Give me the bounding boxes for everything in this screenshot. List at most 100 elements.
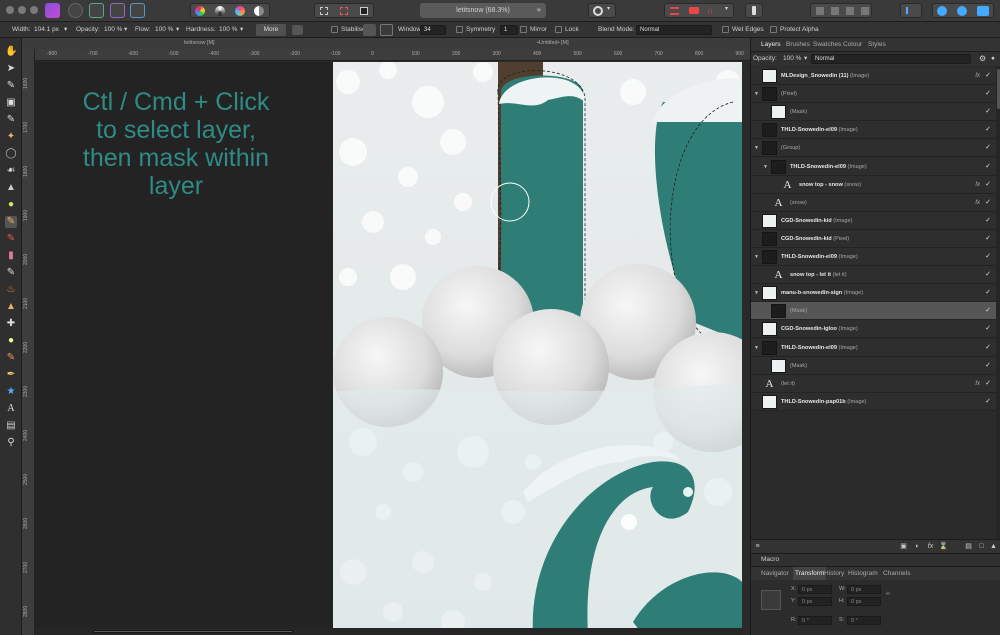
lock-checkbox[interactable]	[555, 26, 562, 33]
layer-row[interactable]: CGD-Snowedin-igloo (Image) ✓	[751, 320, 996, 339]
layer-row[interactable]: ▼ THLD-Snowedin-el09 (Image) ✓	[751, 248, 996, 266]
visibility-checkbox[interactable]: ✓	[985, 139, 991, 157]
hardness-value[interactable]: 100 %	[219, 22, 237, 38]
text-tool-icon[interactable]: A	[5, 403, 17, 415]
flood-fill-icon[interactable]: ▲	[5, 182, 17, 194]
red-eye-icon[interactable]: ●	[5, 335, 17, 347]
marquee-tool-icon[interactable]: ◯	[5, 148, 17, 160]
fx-icon[interactable]: fx	[975, 67, 980, 85]
layer-row[interactable]: (Mask) ✓	[751, 356, 996, 375]
invert-selection-icon[interactable]	[360, 7, 368, 15]
move-tool-icon[interactable]: ➤	[5, 63, 17, 75]
visibility-checkbox[interactable]: ✓	[985, 230, 991, 248]
layer-row[interactable]: ▼ (Group) ✓	[751, 139, 996, 158]
width-value[interactable]: 104.1 px	[34, 22, 59, 38]
layer-row[interactable]: ▼ THLD-Snowedin-el09 (Image) ✓	[751, 338, 996, 357]
layer-row[interactable]: ▼ manu-b-snowedin-sign (Image) ✓	[751, 284, 996, 303]
new-group-icon[interactable]: ▤	[964, 542, 973, 551]
move-forward-icon[interactable]	[831, 7, 839, 15]
align-button[interactable]	[900, 3, 922, 18]
expand-triangle-icon[interactable]: ▼	[754, 339, 759, 357]
pen-tool-icon[interactable]: ✒	[5, 369, 17, 381]
tab-styles[interactable]: Styles	[868, 38, 886, 52]
zoom-tool-icon[interactable]: ⚲	[5, 437, 17, 449]
anchor-selector-icon[interactable]	[761, 590, 781, 610]
burn-tool-icon[interactable]: ♨	[5, 284, 17, 296]
tab-channels[interactable]: Channels	[883, 567, 910, 581]
visibility-checkbox[interactable]: ✓	[985, 85, 991, 103]
visibility-checkbox[interactable]: ✓	[985, 194, 991, 212]
visibility-checkbox[interactable]: ✓	[985, 212, 991, 230]
window-size-input[interactable]: 34	[420, 25, 446, 35]
tab-layers[interactable]: Layers	[761, 38, 781, 52]
x-input[interactable]: 0 px	[798, 585, 832, 594]
new-layer-icon[interactable]: □	[977, 542, 986, 551]
clone-brush-icon[interactable]: ▲	[5, 301, 17, 313]
stabiliser-checkbox[interactable]	[331, 26, 338, 33]
visibility-checkbox[interactable]: ✓	[985, 302, 991, 320]
visibility-checkbox[interactable]: ✓	[985, 375, 991, 393]
layer-row[interactable]: ▼ (Pixel) ✓	[751, 85, 996, 104]
live-filter-icon[interactable]: ⌛	[939, 542, 948, 551]
chevron-down-icon[interactable]: ▾	[240, 22, 243, 38]
expand-triangle-icon[interactable]: ▼	[754, 85, 759, 103]
healing-brush-icon[interactable]: ✚	[5, 318, 17, 330]
expand-triangle-icon[interactable]: ▼	[754, 139, 759, 157]
dodge-tool-icon[interactable]: ✎	[5, 267, 17, 279]
symmetry-count-input[interactable]: 1	[500, 25, 518, 35]
visibility-checkbox[interactable]: ✓	[985, 248, 991, 266]
expand-triangle-icon[interactable]: ▼	[763, 158, 768, 176]
expand-triangle-icon[interactable]: ▼	[754, 284, 759, 302]
frame-text-icon[interactable]: ▤	[5, 420, 17, 432]
flow-value[interactable]: 100 %	[155, 22, 173, 38]
layer-row[interactable]: MLDesign_Snowedin (11) (Image) fx ✓	[751, 67, 996, 85]
black-white-icon[interactable]	[215, 6, 225, 16]
visibility-checkbox[interactable]: ✓	[985, 158, 991, 176]
fx-icon[interactable]: fx	[975, 194, 980, 212]
tone-mapping-persona-icon[interactable]	[110, 3, 125, 18]
fullscreen-icon[interactable]	[977, 6, 989, 16]
snapping-magnet-icon[interactable]: ∩	[707, 6, 713, 16]
visibility-checkbox[interactable]: ✓	[985, 320, 991, 338]
chevron-down-icon[interactable]: ▾	[176, 22, 179, 38]
separated-mode-icon[interactable]	[957, 6, 967, 16]
fx-icon[interactable]: fx	[926, 542, 935, 551]
gear-icon[interactable]: ⚙	[979, 51, 986, 67]
shear-input[interactable]: 0 °	[847, 616, 881, 625]
grid-icon[interactable]	[689, 7, 699, 14]
lock-icon[interactable]: ●	[991, 51, 995, 67]
layer-row[interactable]: ▼ THLD-Snowedin-el09 (Image) ✓	[751, 157, 996, 176]
opacity-value[interactable]: 100 %	[783, 51, 801, 67]
close-window-icon[interactable]	[6, 6, 14, 14]
selection-brush-icon[interactable]: ✎	[5, 114, 17, 126]
rotation-input[interactable]: 0 °	[798, 616, 832, 625]
chevron-down-icon[interactable]: ▾	[804, 51, 807, 67]
smudge-brush-icon[interactable]: ✎	[5, 352, 17, 364]
chevron-down-icon[interactable]: ▾	[64, 22, 67, 38]
layer-row[interactable]: THLD-Snowedin-el09 (Image) ✓	[751, 121, 996, 140]
symmetry-checkbox[interactable]	[456, 26, 463, 33]
view-tool-icon[interactable]: ✋	[5, 46, 17, 58]
layer-row[interactable]: Asnow top - let it (let it) ✓	[751, 266, 996, 285]
visibility-checkbox[interactable]: ✓	[985, 339, 991, 357]
layer-row[interactable]: THLD-Snowedin-pap01b (Image) ✓	[751, 392, 996, 411]
zoom-window-icon[interactable]	[30, 6, 38, 14]
brush-preview-icon[interactable]	[292, 25, 303, 35]
layer-row[interactable]: CGD-Snowedin-kid (Pixel) ✓	[751, 229, 996, 248]
erase-brush-icon[interactable]: ▮	[5, 250, 17, 262]
trash-icon[interactable]: ▲	[989, 542, 998, 551]
tab-navigator[interactable]: Navigator	[761, 567, 789, 581]
flood-select-icon[interactable]: ✦	[5, 131, 17, 143]
wet-edges-checkbox[interactable]	[722, 26, 729, 33]
auto-levels-icon[interactable]	[254, 6, 264, 16]
window-mode-icon[interactable]	[380, 24, 393, 36]
fx-icon[interactable]: fx	[975, 375, 980, 393]
blend-mode-select[interactable]: Normal	[636, 25, 712, 35]
visibility-checkbox[interactable]: ✓	[985, 284, 991, 302]
select-all-icon[interactable]	[320, 7, 328, 15]
tab-transform[interactable]: Transform	[793, 567, 827, 581]
w-input[interactable]: 0 px	[847, 585, 881, 594]
gradient-tool-icon[interactable]: ●	[5, 199, 17, 211]
layer-row[interactable]: A (let it) fx ✓	[751, 374, 996, 393]
adjustment-icon[interactable]: ◐	[913, 542, 922, 551]
